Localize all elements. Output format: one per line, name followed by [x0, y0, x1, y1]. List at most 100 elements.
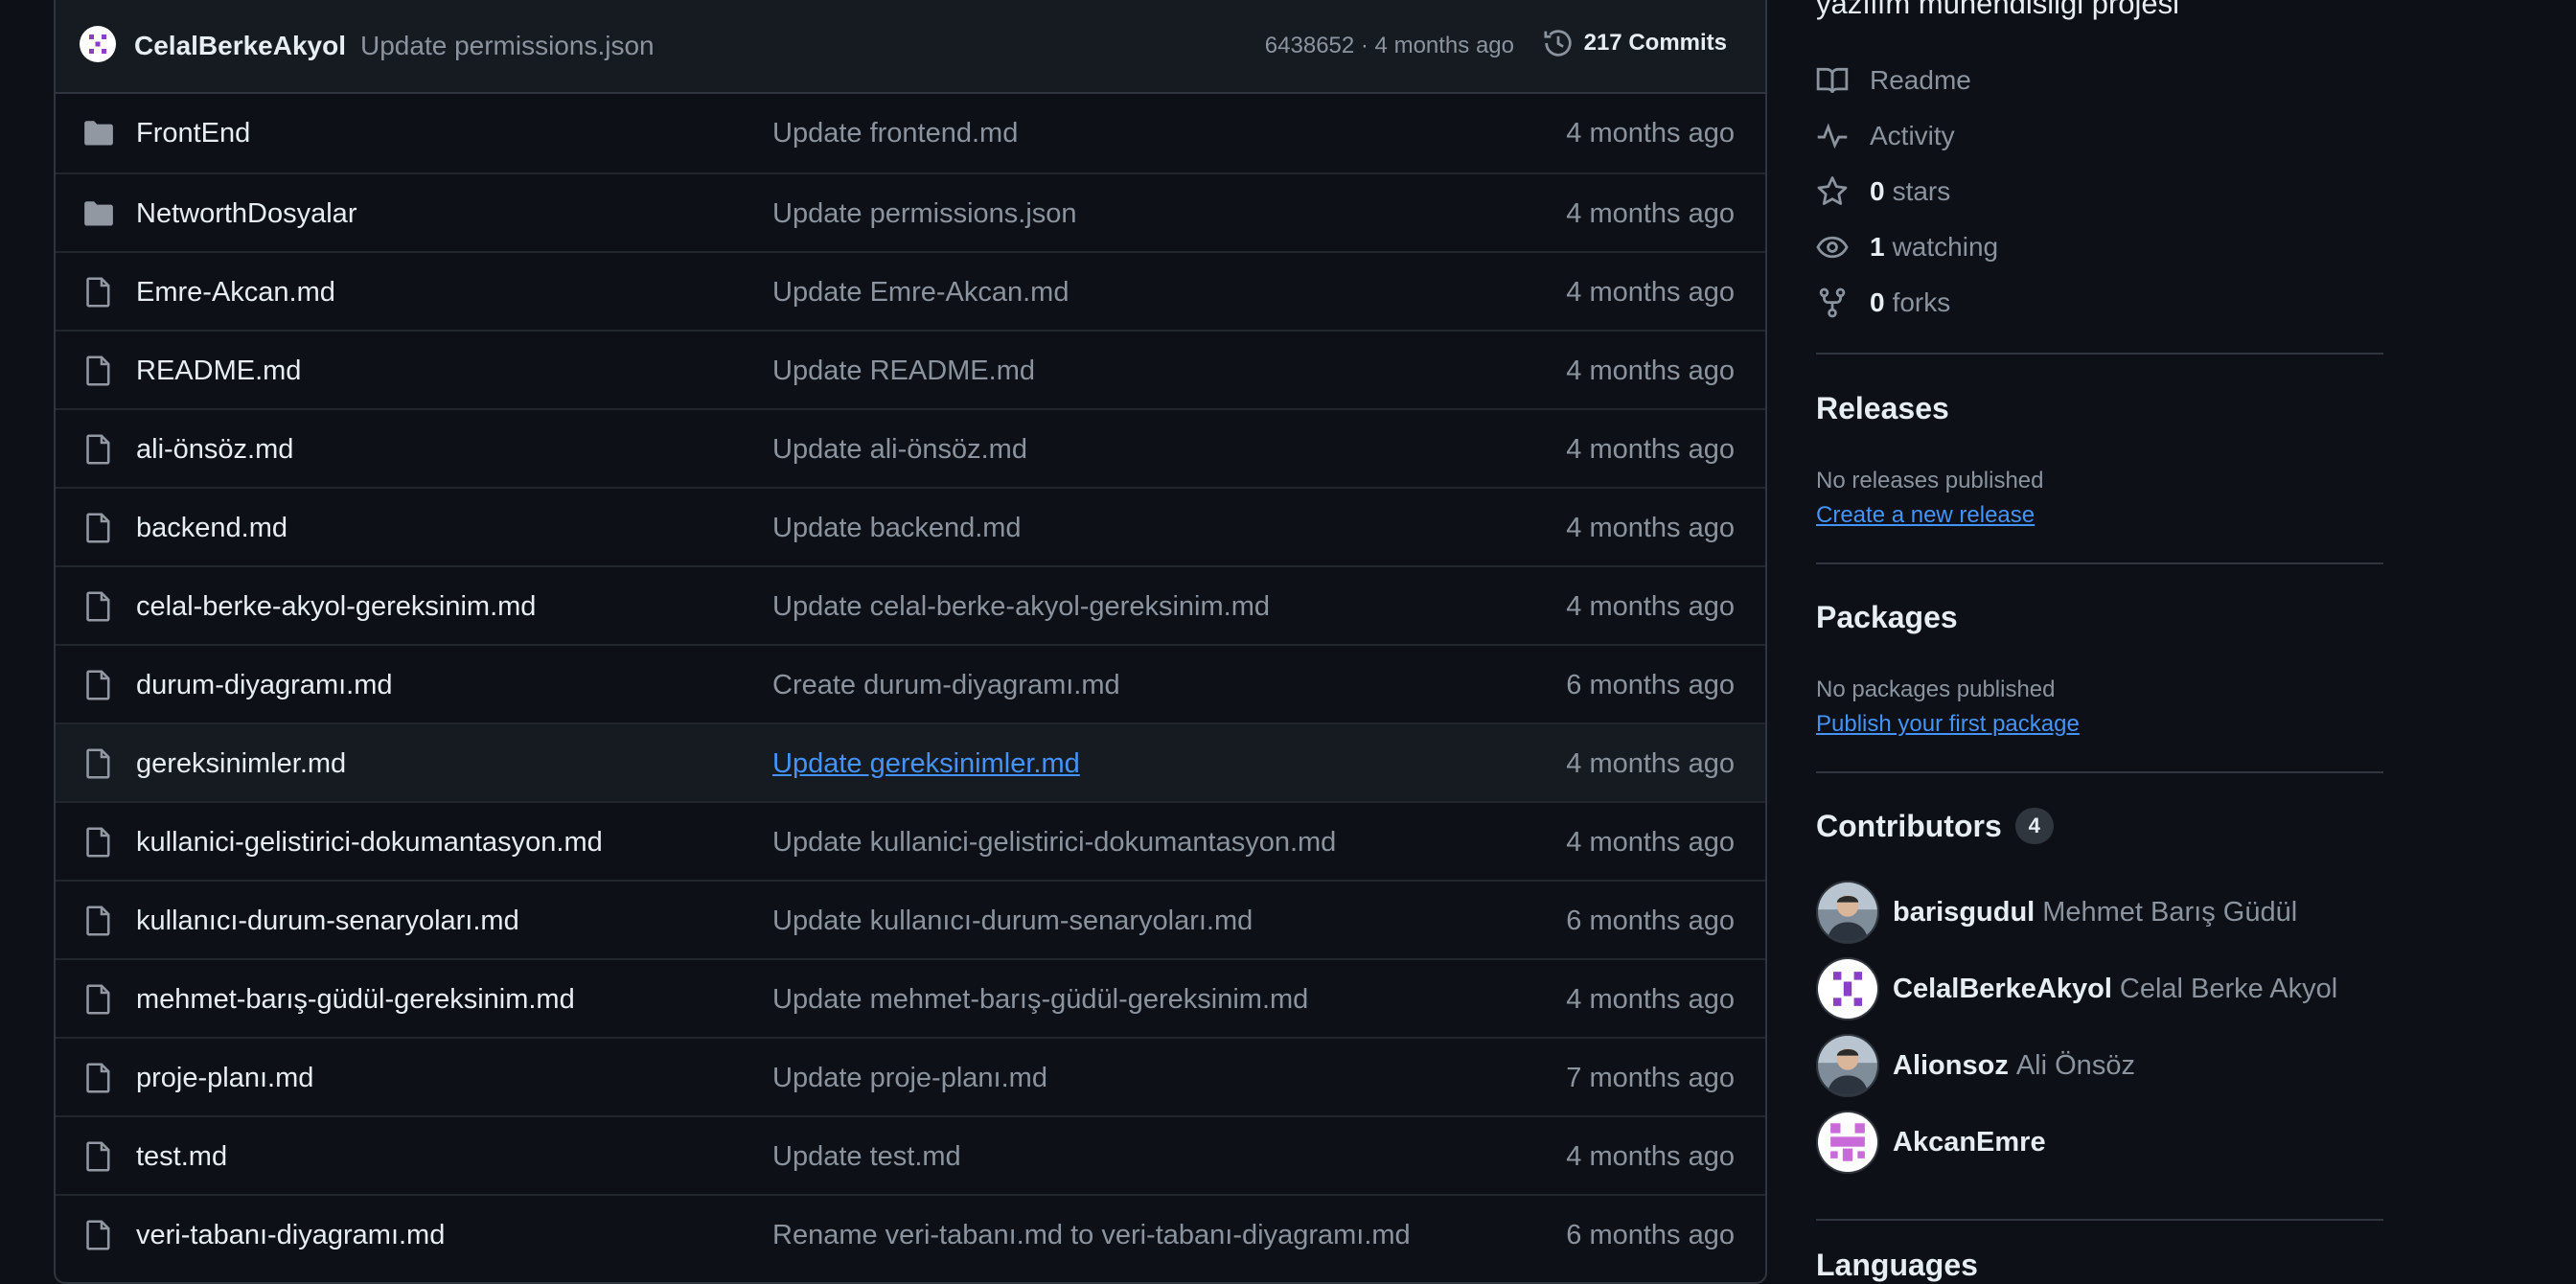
contributor-fullname: Ali Önsöz — [2015, 1049, 2135, 1081]
contributor-item[interactable]: barisgudul Mehmet Barış Güdül — [1816, 880, 2297, 945]
file-icon — [82, 355, 115, 387]
file-name-link[interactable]: kullanici-gelistirici-dokumantasyon.md — [136, 827, 603, 859]
file-row[interactable]: README.md Update README.md 4 months ago — [56, 330, 1765, 408]
forks-label: forks — [1892, 287, 1951, 317]
file-name-link[interactable]: durum-diyagramı.md — [136, 670, 393, 701]
stars-link[interactable]: 0 stars — [1816, 172, 1950, 211]
file-commit-message-link[interactable]: Update ali-önsöz.md — [772, 434, 1027, 466]
contributor-login: Alionsoz — [1893, 1049, 2009, 1081]
file-name-link[interactable]: test.md — [136, 1141, 227, 1173]
file-row[interactable]: kullanıcı-durum-senaryoları.md Update kul… — [56, 880, 1765, 958]
file-row[interactable]: celal-berke-akyol-gereksinim.md Update ce… — [56, 565, 1765, 644]
star-icon — [1817, 176, 1848, 205]
file-row[interactable]: backend.md Update backend.md 4 months ago — [56, 487, 1765, 565]
file-commit-message-link[interactable]: Update backend.md — [772, 513, 1022, 544]
file-commit-age: 4 months ago — [1566, 591, 1735, 622]
releases-heading[interactable]: Releases — [1816, 391, 1949, 426]
file-icon — [82, 747, 115, 780]
watching-count: 1 — [1870, 232, 1885, 262]
commits-history-link[interactable]: 217 Commits — [1542, 27, 1727, 59]
readme-link[interactable]: Readme — [1816, 61, 1971, 100]
file-row[interactable]: durum-diyagramı.md Create durum-diyagramı… — [56, 644, 1765, 722]
file-commit-message-link[interactable]: Update kullanici-gelistirici-dokumantasy… — [772, 827, 1336, 859]
file-commit-age: 6 months ago — [1566, 906, 1735, 936]
file-commit-message-link[interactable]: Rename veri-tabanı.md to veri-tabanı-diy… — [772, 1220, 1411, 1251]
file-commit-message-link[interactable]: Create durum-diyagramı.md — [772, 670, 1120, 701]
contributor-item[interactable]: AkcanEmre — [1816, 1110, 2054, 1175]
file-row[interactable]: ali-önsöz.md Update ali-önsöz.md 4 months … — [56, 408, 1765, 487]
file-row[interactable]: FrontEnd Update frontend.md 4 months ago — [56, 94, 1765, 172]
languages-heading: Languages — [1816, 1248, 1978, 1282]
watchers-link[interactable]: 1 watching — [1816, 228, 1998, 266]
file-commit-message-link[interactable]: Update Emre-Akcan.md — [772, 277, 1069, 309]
fork-icon — [1819, 287, 1846, 318]
file-name-link[interactable]: celal-berke-akyol-gereksinim.md — [136, 591, 536, 623]
file-icon — [82, 983, 115, 1016]
file-name-link[interactable]: kullanıcı-durum-senaryoları.md — [136, 906, 519, 937]
sidebar-divider — [1816, 771, 2383, 773]
commit-hash-time[interactable]: 6438652 · 4 months ago — [1265, 33, 1514, 59]
file-name-link[interactable]: ali-önsöz.md — [136, 434, 293, 466]
activity-link[interactable]: Activity — [1816, 117, 1955, 155]
file-commit-message-link[interactable]: Update celal-berke-akyol-gereksinim.md — [772, 591, 1270, 623]
file-commit-message-link[interactable]: Update frontend.md — [772, 118, 1018, 149]
forks-link[interactable]: 0 forks — [1816, 284, 1950, 322]
publish-package-link[interactable]: Publish your first package — [1816, 711, 2080, 738]
file-name-link[interactable]: proje-planı.md — [136, 1063, 313, 1094]
file-name-link[interactable]: mehmet-barış-güdül-gereksinim.md — [136, 984, 575, 1016]
file-commit-message-link[interactable]: Update kullanıcı-durum-senaryoları.md — [772, 906, 1253, 937]
file-name-link[interactable]: NetworthDosyalar — [136, 198, 356, 230]
repo-sidebar: yazılım mühendisliği projesi Readme Acti… — [1816, 0, 2383, 1282]
file-commit-message-link[interactable]: Update gereksinimler.md — [772, 748, 1080, 780]
file-icon — [82, 512, 115, 544]
file-row[interactable]: mehmet-barış-güdül-gereksinim.md Update m… — [56, 958, 1765, 1037]
file-commit-age: 4 months ago — [1566, 355, 1735, 386]
file-commit-message-link[interactable]: Update mehmet-barış-güdül-gereksinim.md — [772, 984, 1308, 1016]
file-commit-age: 4 months ago — [1566, 1141, 1735, 1172]
contributors-heading[interactable]: Contributors 4 — [1816, 808, 2054, 844]
file-commit-message-link[interactable]: Update README.md — [772, 355, 1035, 387]
contributor-item[interactable]: Alionsoz Ali Önsöz — [1816, 1033, 2135, 1098]
file-commit-age: 4 months ago — [1566, 198, 1735, 229]
sidebar-divider — [1816, 562, 2383, 564]
file-commit-age: 4 months ago — [1566, 434, 1735, 465]
file-commit-age: 6 months ago — [1566, 670, 1735, 700]
file-name-link[interactable]: README.md — [136, 355, 301, 387]
file-commit-message-link[interactable]: Update permissions.json — [772, 198, 1077, 230]
create-release-link[interactable]: Create a new release — [1816, 502, 2035, 529]
file-commit-age: 4 months ago — [1566, 748, 1735, 779]
contributor-fullname: Celal Berke Akyol — [2119, 973, 2338, 1004]
file-name-link[interactable]: veri-tabanı-diyagramı.md — [136, 1220, 445, 1251]
file-name-link[interactable]: Emre-Akcan.md — [136, 277, 335, 309]
contributor-fullname: Mehmet Barış Güdül — [2042, 896, 2298, 928]
eye-icon — [1816, 236, 1849, 259]
file-commit-age: 4 months ago — [1566, 827, 1735, 858]
file-row[interactable]: test.md Update test.md 4 months ago — [56, 1115, 1765, 1194]
file-name-link[interactable]: FrontEnd — [136, 118, 250, 149]
commit-author-link[interactable]: CelalBerkeAkyol — [134, 31, 346, 61]
folder-icon — [82, 197, 115, 230]
file-commit-message-link[interactable]: Update proje-planı.md — [772, 1063, 1047, 1094]
contributor-avatar — [1816, 881, 1879, 944]
file-row[interactable]: NetworthDosyalar Update permissions.json 4… — [56, 172, 1765, 251]
contributor-login: AkcanEmre — [1893, 1126, 2046, 1158]
contributor-item[interactable]: CelalBerkeAkyol Celal Berke Akyol — [1816, 956, 2337, 1021]
packages-heading[interactable]: Packages — [1816, 600, 1958, 635]
contributor-avatar — [1816, 1111, 1879, 1174]
commit-message-link[interactable]: Update permissions.json — [360, 31, 655, 61]
file-row[interactable]: kullanici-gelistirici-dokumantasyon.md Up… — [56, 801, 1765, 880]
file-icon — [82, 433, 115, 466]
file-row[interactable]: gereksinimler.md Update gereksinimler.md 4… — [56, 722, 1765, 801]
file-name-link[interactable]: gereksinimler.md — [136, 748, 346, 780]
file-commit-age: 6 months ago — [1566, 1220, 1735, 1250]
book-icon — [1816, 67, 1849, 93]
file-commit-age: 4 months ago — [1566, 277, 1735, 308]
author-avatar[interactable] — [79, 25, 117, 63]
file-name-link[interactable]: backend.md — [136, 513, 288, 544]
sidebar-divider — [1816, 353, 2383, 355]
history-icon — [1544, 30, 1572, 57]
file-row[interactable]: veri-tabanı-diyagramı.md Rename veri-taba… — [56, 1194, 1765, 1273]
file-commit-message-link[interactable]: Update test.md — [772, 1141, 961, 1173]
file-row[interactable]: Emre-Akcan.md Update Emre-Akcan.md 4 month… — [56, 251, 1765, 330]
file-row[interactable]: proje-planı.md Update proje-planı.md 7 mon… — [56, 1037, 1765, 1115]
